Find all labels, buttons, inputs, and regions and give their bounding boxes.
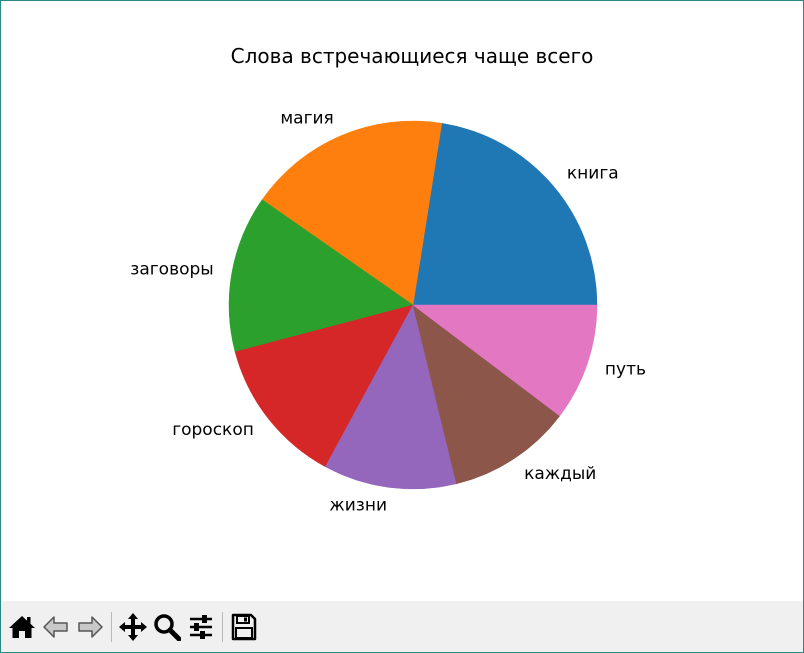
pan-icon	[119, 612, 147, 641]
forward-button[interactable]	[73, 609, 107, 645]
home-icon	[9, 615, 35, 638]
plot-window: Слова встречающиеся чаще всего книга маги…	[0, 0, 804, 653]
pie-slices	[228, 120, 598, 490]
back-button[interactable]	[39, 609, 73, 645]
figure-canvas: Слова встречающиеся чаще всего книга маги…	[1, 1, 803, 601]
pie-label-6: путь	[605, 359, 646, 379]
save-button[interactable]	[227, 609, 261, 645]
pie-slice-0	[412, 122, 598, 306]
zoom-icon	[154, 613, 181, 641]
back-arrow-icon	[43, 615, 68, 638]
navigation-toolbar	[1, 601, 803, 652]
pie-label-3: гороскоп	[172, 420, 254, 440]
toolbar-separator	[222, 611, 223, 642]
pie-label-4: жизни	[329, 496, 387, 516]
pie-label-0: книга	[567, 164, 619, 184]
pie-label-1: магия	[280, 109, 333, 129]
toolbar-separator	[111, 611, 112, 642]
home-button[interactable]	[5, 609, 39, 645]
configure-icon	[190, 614, 212, 639]
zoom-button[interactable]	[150, 609, 184, 645]
chart-title: Слова встречающиеся чаще всего	[231, 44, 594, 68]
pie-label-2: заговоры	[130, 260, 213, 280]
pie-label-5: каждый	[524, 464, 596, 484]
pan-button[interactable]	[116, 609, 150, 645]
forward-arrow-icon	[78, 615, 103, 638]
configure-button[interactable]	[184, 609, 218, 645]
save-icon	[231, 613, 257, 640]
pie-chart: Слова встречающиеся чаще всего книга маги…	[130, 44, 646, 516]
